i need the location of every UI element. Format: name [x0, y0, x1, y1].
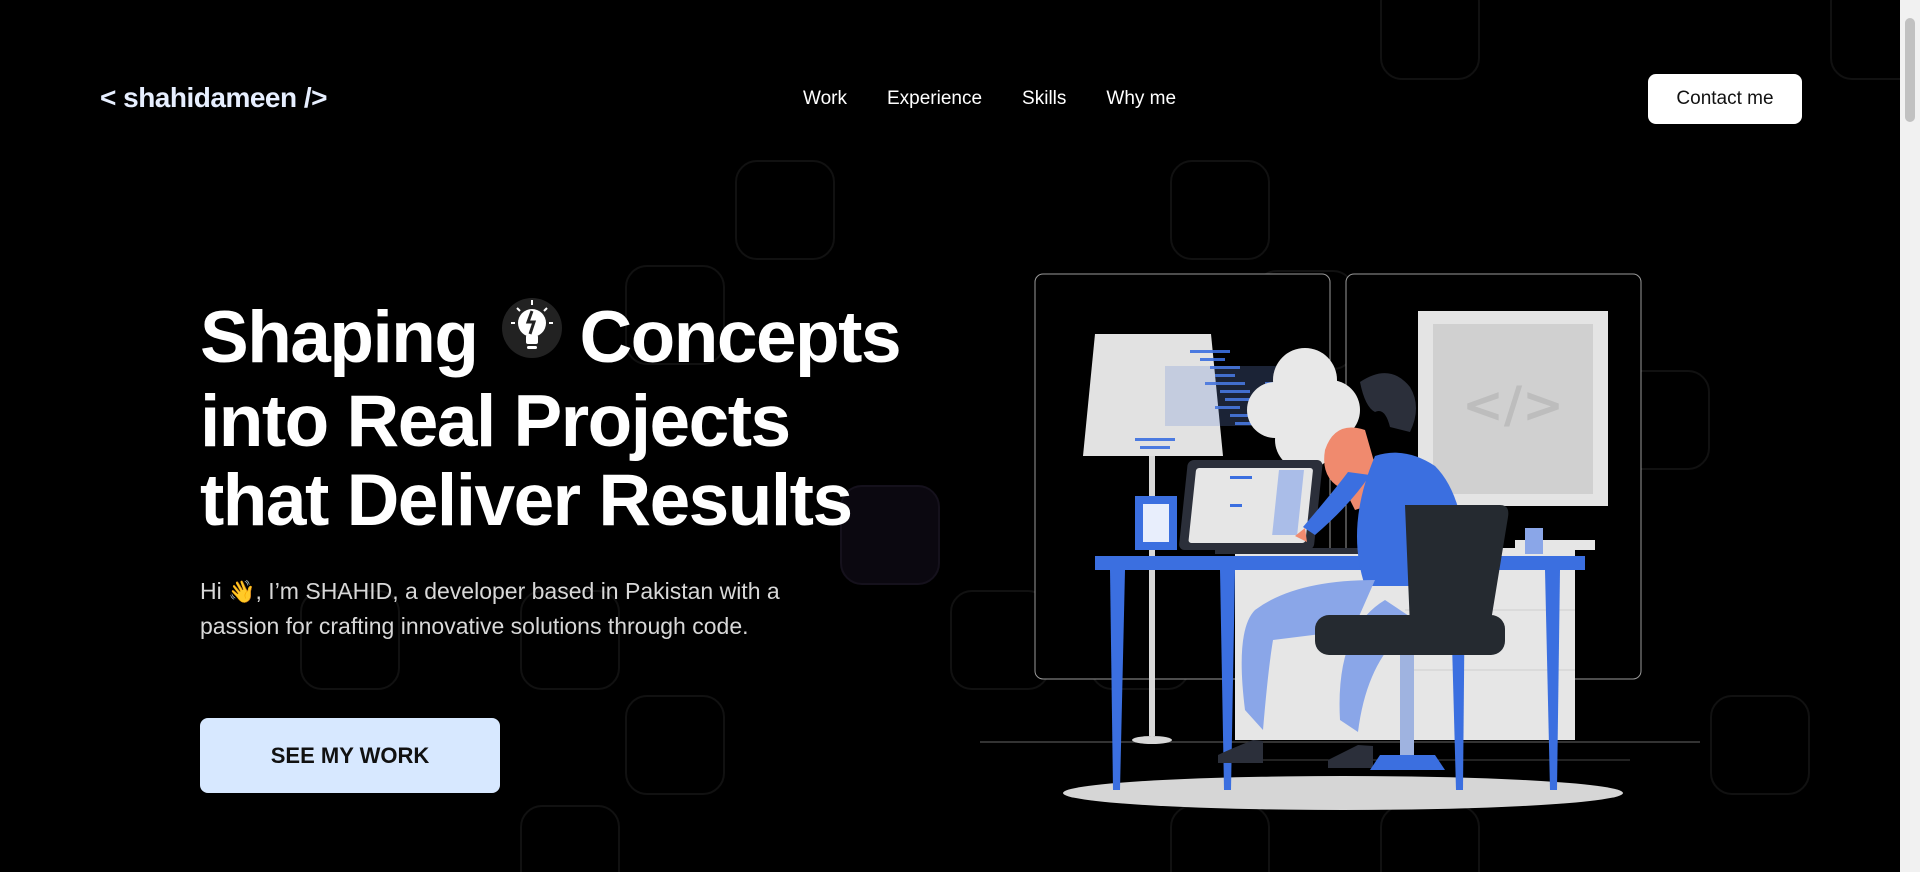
nav-link-skills[interactable]: Skills [1022, 88, 1066, 110]
nav-link-work[interactable]: Work [803, 88, 847, 110]
top-navigation: < shahidameen /> Work Experience Skills … [0, 0, 1900, 200]
hero-headline: Shaping Concepts into Real Projects that… [200, 298, 960, 540]
developer-desk-svg: </> [980, 273, 1700, 810]
scrollbar-thumb[interactable] [1905, 18, 1915, 122]
nav-link-experience[interactable]: Experience [887, 88, 982, 110]
developer-illustration: </> [975, 270, 1715, 835]
contact-me-button[interactable]: Contact me [1648, 74, 1802, 124]
idea-bulb-icon [501, 295, 563, 374]
hero-section: Shaping Concepts into Real Projects that… [200, 298, 960, 540]
nav-link-why-me[interactable]: Why me [1106, 88, 1176, 110]
headline-word-shaping: Shaping [200, 297, 479, 378]
see-my-work-button[interactable]: SEE MY WORK [200, 718, 500, 793]
intro-greeting: Hi [200, 578, 229, 604]
site-logo[interactable]: < shahidameen /> [100, 82, 328, 114]
code-symbol: </> [1462, 376, 1564, 434]
headline-line-2: into Real Projects [200, 381, 791, 463]
page-scrollbar[interactable] [1900, 0, 1920, 872]
intro-body: , I’m SHAHID, a developer based in Pakis… [200, 578, 780, 639]
hero-intro-text: Hi 👋, I’m SHAHID, a developer based in P… [200, 574, 780, 644]
headline-line-3: that Deliver Results [200, 460, 853, 542]
headline-word-concepts: Concepts [579, 297, 901, 378]
main-menu: Work Experience Skills Why me [803, 88, 1176, 110]
waving-hand-icon: 👋 [228, 579, 256, 604]
